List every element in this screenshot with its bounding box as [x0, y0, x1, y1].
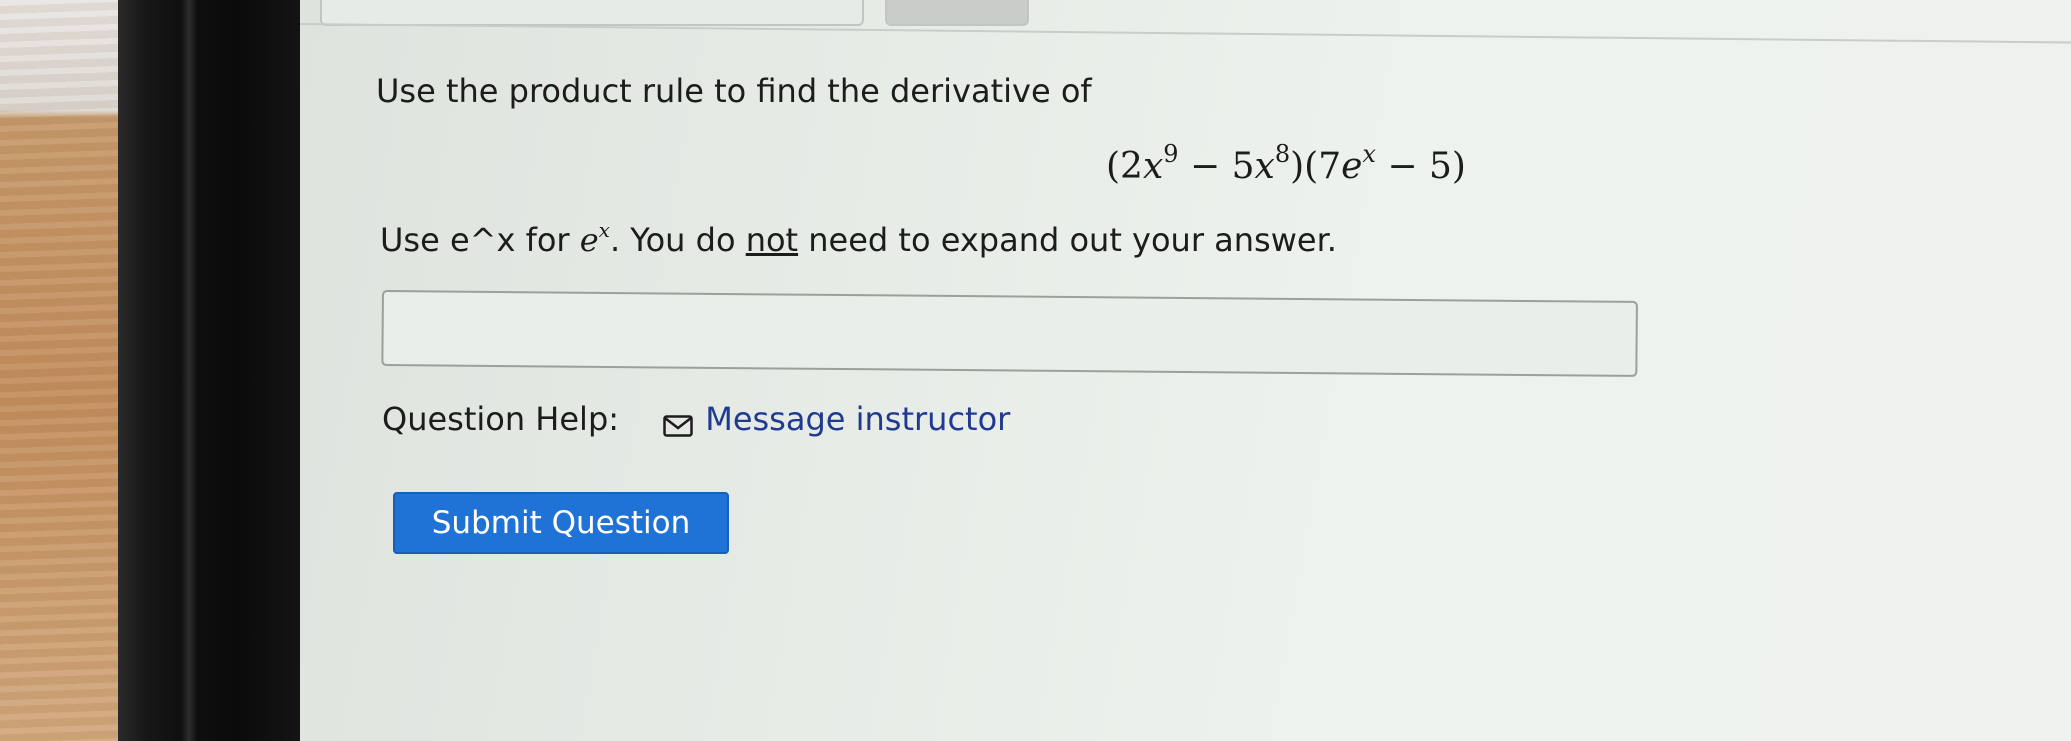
question-formula: (2x9 − 5x8)(7ex − 5) [1106, 140, 1466, 187]
message-instructor-link[interactable]: Message instructor [663, 400, 1010, 438]
formula-exp-9: 9 [1163, 140, 1179, 168]
instruction-part1: Use e^x for [380, 221, 580, 259]
instruction-math: ex [579, 218, 610, 259]
instruction-part2: . You do [609, 221, 746, 259]
instruction-math-base: e [579, 221, 599, 259]
formula-exp-8: 8 [1274, 140, 1291, 168]
top-divider [299, 23, 2071, 44]
formula-exp-x: x [1362, 140, 1376, 168]
instruction-part3: need to expand out your answer. [798, 221, 1337, 259]
formula-middle: )(7 [1290, 146, 1342, 187]
screen: Use the product rule to find the derivat… [299, 0, 2071, 741]
formula-open: (2 [1106, 146, 1143, 187]
top-tab-right [885, 0, 1029, 26]
message-instructor-label: Message instructor [705, 400, 1011, 438]
answer-input[interactable] [381, 290, 1638, 377]
question-prompt: Use the product rule to find the derivat… [376, 72, 1092, 110]
formula-var-x2: x [1254, 146, 1275, 187]
mail-icon [663, 407, 693, 437]
photo-scene: Use the product rule to find the derivat… [0, 0, 2071, 741]
question-help-label: Question Help: [382, 400, 620, 438]
formula-end: − 5) [1375, 146, 1466, 187]
submit-question-button[interactable]: Submit Question [393, 492, 729, 554]
question-help: Question Help: Message instructor [382, 400, 1010, 438]
formula-minus: − 5 [1178, 146, 1255, 187]
question-instruction: Use e^x for ex. You do not need to expan… [380, 218, 1337, 259]
instruction-emphasis: not [745, 221, 799, 259]
monitor-bezel [118, 0, 318, 741]
monitor-bezel-edge [180, 0, 198, 741]
instruction-math-exp: x [598, 218, 610, 242]
formula-var-e: e [1341, 146, 1363, 187]
formula-var-x1: x [1142, 146, 1164, 187]
top-tab-left [320, 0, 864, 26]
